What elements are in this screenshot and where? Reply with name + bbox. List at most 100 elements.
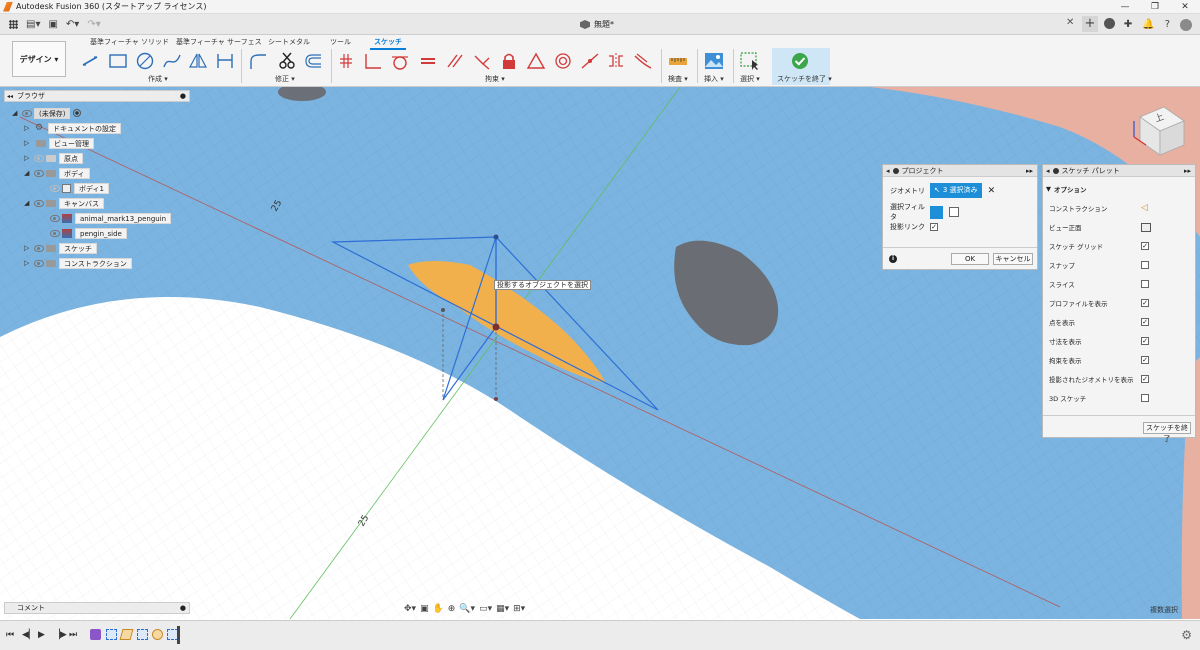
midpoint-icon[interactable] [526, 52, 546, 70]
projection-link-checkbox[interactable] [930, 223, 938, 231]
browser-item-body1[interactable]: ボディ1 [48, 182, 109, 194]
finish-sketch-button[interactable]: スケッチを終了 [1143, 422, 1191, 443]
timeline-body-feature-icon[interactable] [90, 629, 101, 640]
browser-item-bodies[interactable]: ◢ ボディ [24, 167, 90, 179]
tab-sketch[interactable]: スケッチ [370, 37, 406, 50]
construction-icon[interactable]: ◁ [1141, 203, 1148, 213]
browser-item-canvas-side[interactable]: pengin_side [48, 227, 127, 239]
cancel-button[interactable]: キャンセル [993, 253, 1033, 265]
sketch-grid-checkbox[interactable] [1141, 242, 1149, 250]
curvature-icon[interactable] [633, 52, 653, 70]
timeline-settings-icon[interactable]: ⚙ [1181, 628, 1192, 642]
insert-group-label[interactable]: 挿入 ▾ [704, 74, 724, 84]
visibility-icon[interactable] [50, 229, 60, 237]
show-points-checkbox[interactable] [1141, 318, 1149, 326]
spline-tool-icon[interactable] [162, 52, 182, 70]
user-avatar[interactable] [1180, 18, 1192, 31]
job-status-icon[interactable] [1104, 18, 1115, 29]
sketch-point[interactable] [493, 234, 499, 240]
create-group-label[interactable]: 作成 ▾ [148, 74, 168, 84]
file-menu-icon[interactable]: ▤▾ [26, 19, 40, 30]
tab-solid[interactable]: 基準フィーチャ ソリッド [90, 37, 169, 47]
dimension-tool-icon[interactable] [215, 52, 235, 70]
measure-icon[interactable] [668, 52, 688, 70]
comments-options-icon[interactable]: ● [180, 604, 186, 612]
show-projected-geometry-checkbox[interactable] [1141, 375, 1149, 383]
expanded-arrow-icon[interactable]: ◢ [24, 199, 32, 207]
geometry-selection-button[interactable]: ↖ 3 選択済み [930, 183, 982, 198]
filter-bodies-button[interactable] [949, 207, 959, 217]
modify-group-label[interactable]: 修正 ▾ [275, 74, 295, 84]
snap-checkbox[interactable] [1141, 261, 1149, 269]
zoom-icon[interactable]: ⊕ [448, 604, 456, 614]
offset-tool-icon[interactable] [303, 52, 323, 70]
collapsed-arrow-icon[interactable]: ▷ [24, 154, 32, 162]
parallel-icon[interactable] [445, 52, 465, 70]
sketch-palette-header[interactable]: ◂ スケッチ パレット ▸▸ [1043, 165, 1195, 177]
show-constraints-checkbox[interactable] [1141, 356, 1149, 364]
tangent-icon[interactable] [390, 52, 410, 70]
orbit-icon[interactable]: ✥▾ [404, 604, 416, 614]
step-back-icon[interactable]: ◀▏ [22, 630, 36, 640]
symmetry-icon[interactable] [606, 52, 626, 70]
horizontal-vertical-icon[interactable] [337, 52, 357, 70]
3d-sketch-checkbox[interactable] [1141, 394, 1149, 402]
tab-surface[interactable]: 基準フィーチャ サーフェス [176, 37, 262, 47]
finish-sketch-label[interactable]: スケッチを終了 ▾ [777, 74, 832, 84]
visibility-icon[interactable] [34, 199, 44, 207]
ok-button[interactable]: OK [951, 253, 989, 265]
viewports-icon[interactable]: ⊞▾ [513, 604, 525, 614]
equal-icon[interactable] [418, 52, 438, 70]
sketch-point[interactable] [492, 323, 500, 331]
collapsed-arrow-icon[interactable]: ▷ [24, 139, 32, 147]
browser-item-origin[interactable]: ▷ 原点 [24, 152, 83, 164]
insert-image-icon[interactable] [704, 52, 724, 70]
maximize-button[interactable]: ❐ [1140, 0, 1170, 14]
collapsed-arrow-icon[interactable]: ▷ [24, 259, 32, 267]
collapse-browser-icon[interactable]: ◂◂ [7, 93, 13, 100]
timeline-canvas-feature-icon[interactable] [106, 629, 117, 640]
finish-sketch-check-icon[interactable] [790, 52, 810, 70]
tab-sheetmetal[interactable]: シートメタル [268, 37, 310, 47]
browser-item-sketches[interactable]: ▷ スケッチ [24, 242, 97, 254]
look-at-icon[interactable]: ▣ [420, 604, 429, 614]
browser-item-root[interactable]: ◢ (未保存) [12, 107, 82, 119]
pan-icon[interactable]: ✋ [433, 604, 444, 614]
slice-checkbox[interactable] [1141, 280, 1149, 288]
close-tab-icon[interactable]: ✕ [1066, 17, 1074, 28]
redo-icon[interactable]: ↷▾ [87, 19, 100, 30]
save-icon[interactable]: ▣ [48, 19, 57, 30]
mirror-tool-icon[interactable] [188, 52, 208, 70]
undo-icon[interactable]: ↶▾ [66, 19, 79, 30]
show-dimensions-checkbox[interactable] [1141, 337, 1149, 345]
zoom-window-icon[interactable]: 🔍▾ [459, 604, 475, 614]
extensions-icon[interactable]: ✚ [1124, 19, 1132, 30]
constraints-group-label[interactable]: 拘束 ▾ [485, 74, 505, 84]
filter-specified-entities-button[interactable] [930, 205, 943, 219]
options-section-header[interactable]: ▼ オプション [1046, 183, 1192, 195]
grid-settings-icon[interactable]: ▦▾ [496, 604, 509, 614]
data-panel-icon[interactable] [9, 20, 18, 29]
go-to-end-icon[interactable]: ⏭ [69, 630, 77, 640]
notifications-icon[interactable]: 🔔 [1142, 19, 1154, 30]
collapse-dialog-icon[interactable]: ◂ [886, 167, 890, 175]
timeline-sketch-feature-icon[interactable] [137, 629, 148, 640]
expand-palette-icon[interactable]: ▸▸ [1184, 167, 1191, 175]
document-tab[interactable]: 無題* [580, 16, 614, 33]
timeline-canvas-feature-icon[interactable] [152, 629, 163, 640]
tab-tools[interactable]: ツール [330, 37, 351, 47]
select-group-label[interactable]: 選択 ▾ [740, 74, 760, 84]
browser-panel-header[interactable]: ◂◂ ブラウザ ● [4, 90, 190, 102]
timeline-marker[interactable] [177, 626, 180, 644]
collapsed-arrow-icon[interactable]: ▷ [24, 124, 32, 132]
browser-item-canvases[interactable]: ◢ キャンバス [24, 197, 104, 209]
sketch-point[interactable] [441, 308, 445, 312]
expanded-arrow-icon[interactable]: ◢ [24, 169, 32, 177]
new-tab-button[interactable]: + [1082, 16, 1098, 32]
visibility-icon[interactable] [22, 109, 32, 117]
expand-dialog-icon[interactable]: ▸▸ [1026, 167, 1033, 175]
visibility-icon[interactable] [34, 169, 44, 177]
visibility-icon[interactable] [34, 244, 44, 252]
visibility-icon[interactable] [34, 154, 44, 162]
browser-item-canvas-penguin[interactable]: animal_mark13_penguin [48, 212, 172, 224]
